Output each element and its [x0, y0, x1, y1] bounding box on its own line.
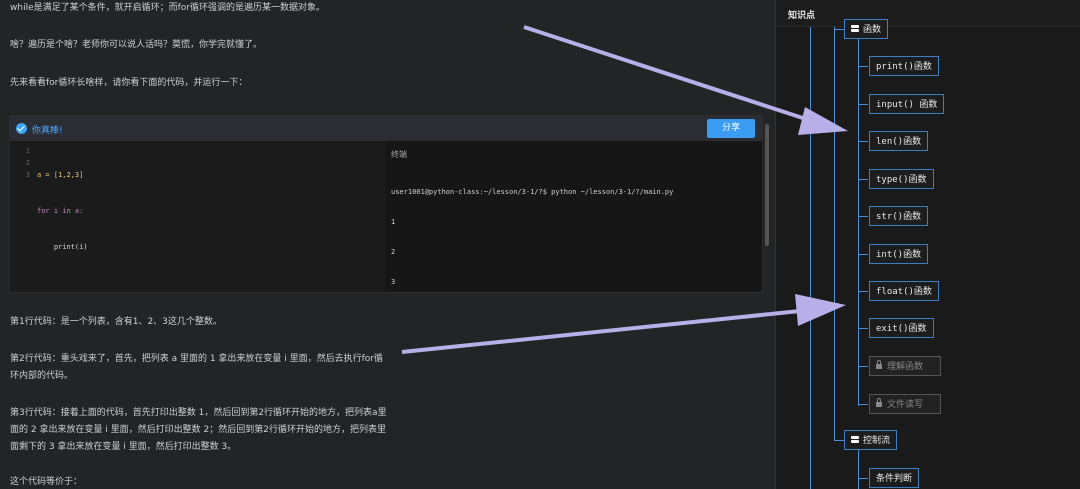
tree-group-control-flow[interactable]: 控制流 [844, 430, 898, 450]
tree-item-understand-functions[interactable]: 理解函数 [869, 356, 941, 376]
paragraph-line2: 第2行代码：重头戏来了，首先，把列表 a 里面的 1 拿出来放在变量 i 里面，… [10, 354, 384, 381]
code-line: for i in a: [37, 207, 84, 215]
run-status: 你真棒! [32, 126, 63, 136]
paragraph-question: 啥？遍历是个啥？老师你可以说人话吗？莫慌，你学完就懂了。 [10, 40, 263, 50]
code-runner: 你真棒! 分享 1 2 3 a = [1,2,3] for i in a: pr… [9, 115, 763, 293]
tree-item-conditional[interactable]: 条件判断 [869, 468, 920, 488]
tree-branch-line [858, 38, 859, 406]
tree-branch-line [834, 27, 835, 440]
tree-item-label: int()函数 [876, 250, 922, 260]
tree-connector [834, 29, 844, 30]
paragraph-instruction: 先来看看for循环长啥样，请你看下面的代码，并运行一下： [10, 78, 248, 88]
tree-connector [858, 291, 868, 292]
tree-branch-line [858, 449, 859, 489]
tree-item-type[interactable]: type()函数 [869, 169, 934, 189]
tree-item-label: float()函数 [876, 287, 932, 297]
tree-item-label: 理解函数 [887, 362, 924, 372]
tree-item-label: 文件读写 [887, 400, 924, 410]
tree-item-exit[interactable]: exit()函数 [869, 318, 934, 338]
share-button[interactable]: 分享 [707, 119, 755, 138]
tree-item-print[interactable]: print()函数 [869, 56, 939, 76]
terminal-line: 3 [391, 278, 396, 286]
line-number: 2 [25, 159, 30, 167]
tree-item-input[interactable]: input() 函数 [869, 94, 945, 114]
tree-item-label: type()函数 [876, 175, 927, 185]
tree-connector [858, 404, 868, 405]
line-number: 1 [25, 147, 30, 155]
tree-connector [858, 478, 868, 479]
tree-connector [858, 328, 868, 329]
lock-icon [876, 398, 882, 407]
knowledge-sidebar: 知识点 函数 print()函数 input() 函数 len()函数 type… [775, 0, 1080, 489]
tree-item-label: exit()函数 [876, 324, 927, 334]
code-editor[interactable]: 1 2 3 a = [1,2,3] for i in a: print(i) [10, 141, 386, 292]
code-lines[interactable]: a = [1,2,3] for i in a: print(i) [37, 145, 88, 277]
tree-item-label: input() 函数 [876, 100, 938, 110]
tree-connector [858, 179, 868, 180]
layers-icon [851, 436, 859, 444]
line-number: 3 [25, 171, 30, 179]
tree-trunk-line [810, 27, 811, 489]
tree-item-label: print()函数 [876, 62, 932, 72]
tree-connector [858, 254, 868, 255]
terminal-line: user1001@python-class:~/lesson/3-1/?$ py… [391, 188, 674, 196]
group-label: 控制流 [863, 436, 891, 446]
tree-item-float[interactable]: float()函数 [869, 281, 939, 301]
lesson-content: while是满足了某个条件，就开启循环；而for循环强调的是遍历某一数据对象。 … [0, 0, 770, 489]
tree-item-label: str()函数 [876, 212, 922, 222]
terminal-output: user1001@python-class:~/lesson/3-1/?$ py… [391, 167, 673, 307]
terminal-line: 1 [391, 218, 396, 226]
tree-item-int[interactable]: int()函数 [869, 244, 929, 264]
tree-connector [858, 366, 868, 367]
tree-item-str[interactable]: str()函数 [869, 206, 929, 226]
terminal-title: 终端 [391, 150, 407, 159]
code-line: a = [1,2,3] [37, 171, 84, 179]
tree-connector [858, 141, 868, 142]
content-scrollbar[interactable] [765, 124, 769, 246]
terminal-panel[interactable]: 终端 user1001@python-class:~/lesson/3-1/?$… [386, 141, 762, 292]
line-number-gutter: 1 2 3 [10, 145, 30, 181]
tree-connector [834, 440, 844, 441]
tree-item-label: len()函数 [876, 137, 922, 147]
tree-connector [858, 66, 868, 67]
success-check-icon [16, 123, 27, 134]
code-runner-toolbar: 你真棒! 分享 [10, 116, 762, 141]
layers-icon [851, 25, 859, 33]
paragraph-intro: while是满足了某个条件，就开启循环；而for循环强调的是遍历某一数据对象。 [10, 3, 325, 13]
code-line: print(i) [37, 243, 88, 251]
terminal-line: 2 [391, 248, 396, 256]
group-label: 函数 [863, 25, 882, 35]
tree-group-functions[interactable]: 函数 [844, 19, 889, 39]
lock-icon [876, 360, 882, 369]
tree-item-label: 条件判断 [876, 474, 913, 484]
tree-connector [858, 216, 868, 217]
tree-item-file-io[interactable]: 文件读写 [869, 394, 941, 414]
paragraph-line1: 第1行代码：是一个列表，含有1、2、3这几个整数。 [10, 317, 222, 327]
tree-item-len[interactable]: len()函数 [869, 131, 929, 151]
paragraph-line3: 第3行代码：接着上面的代码，首先打印出整数 1，然后回到第2行循环开始的地方，把… [10, 408, 387, 452]
tree-connector [858, 104, 868, 105]
paragraph-equivalent: 这个代码等价于： [10, 477, 83, 487]
sidebar-header: 知识点 [776, 0, 1080, 27]
sidebar-title: 知识点 [788, 11, 816, 21]
